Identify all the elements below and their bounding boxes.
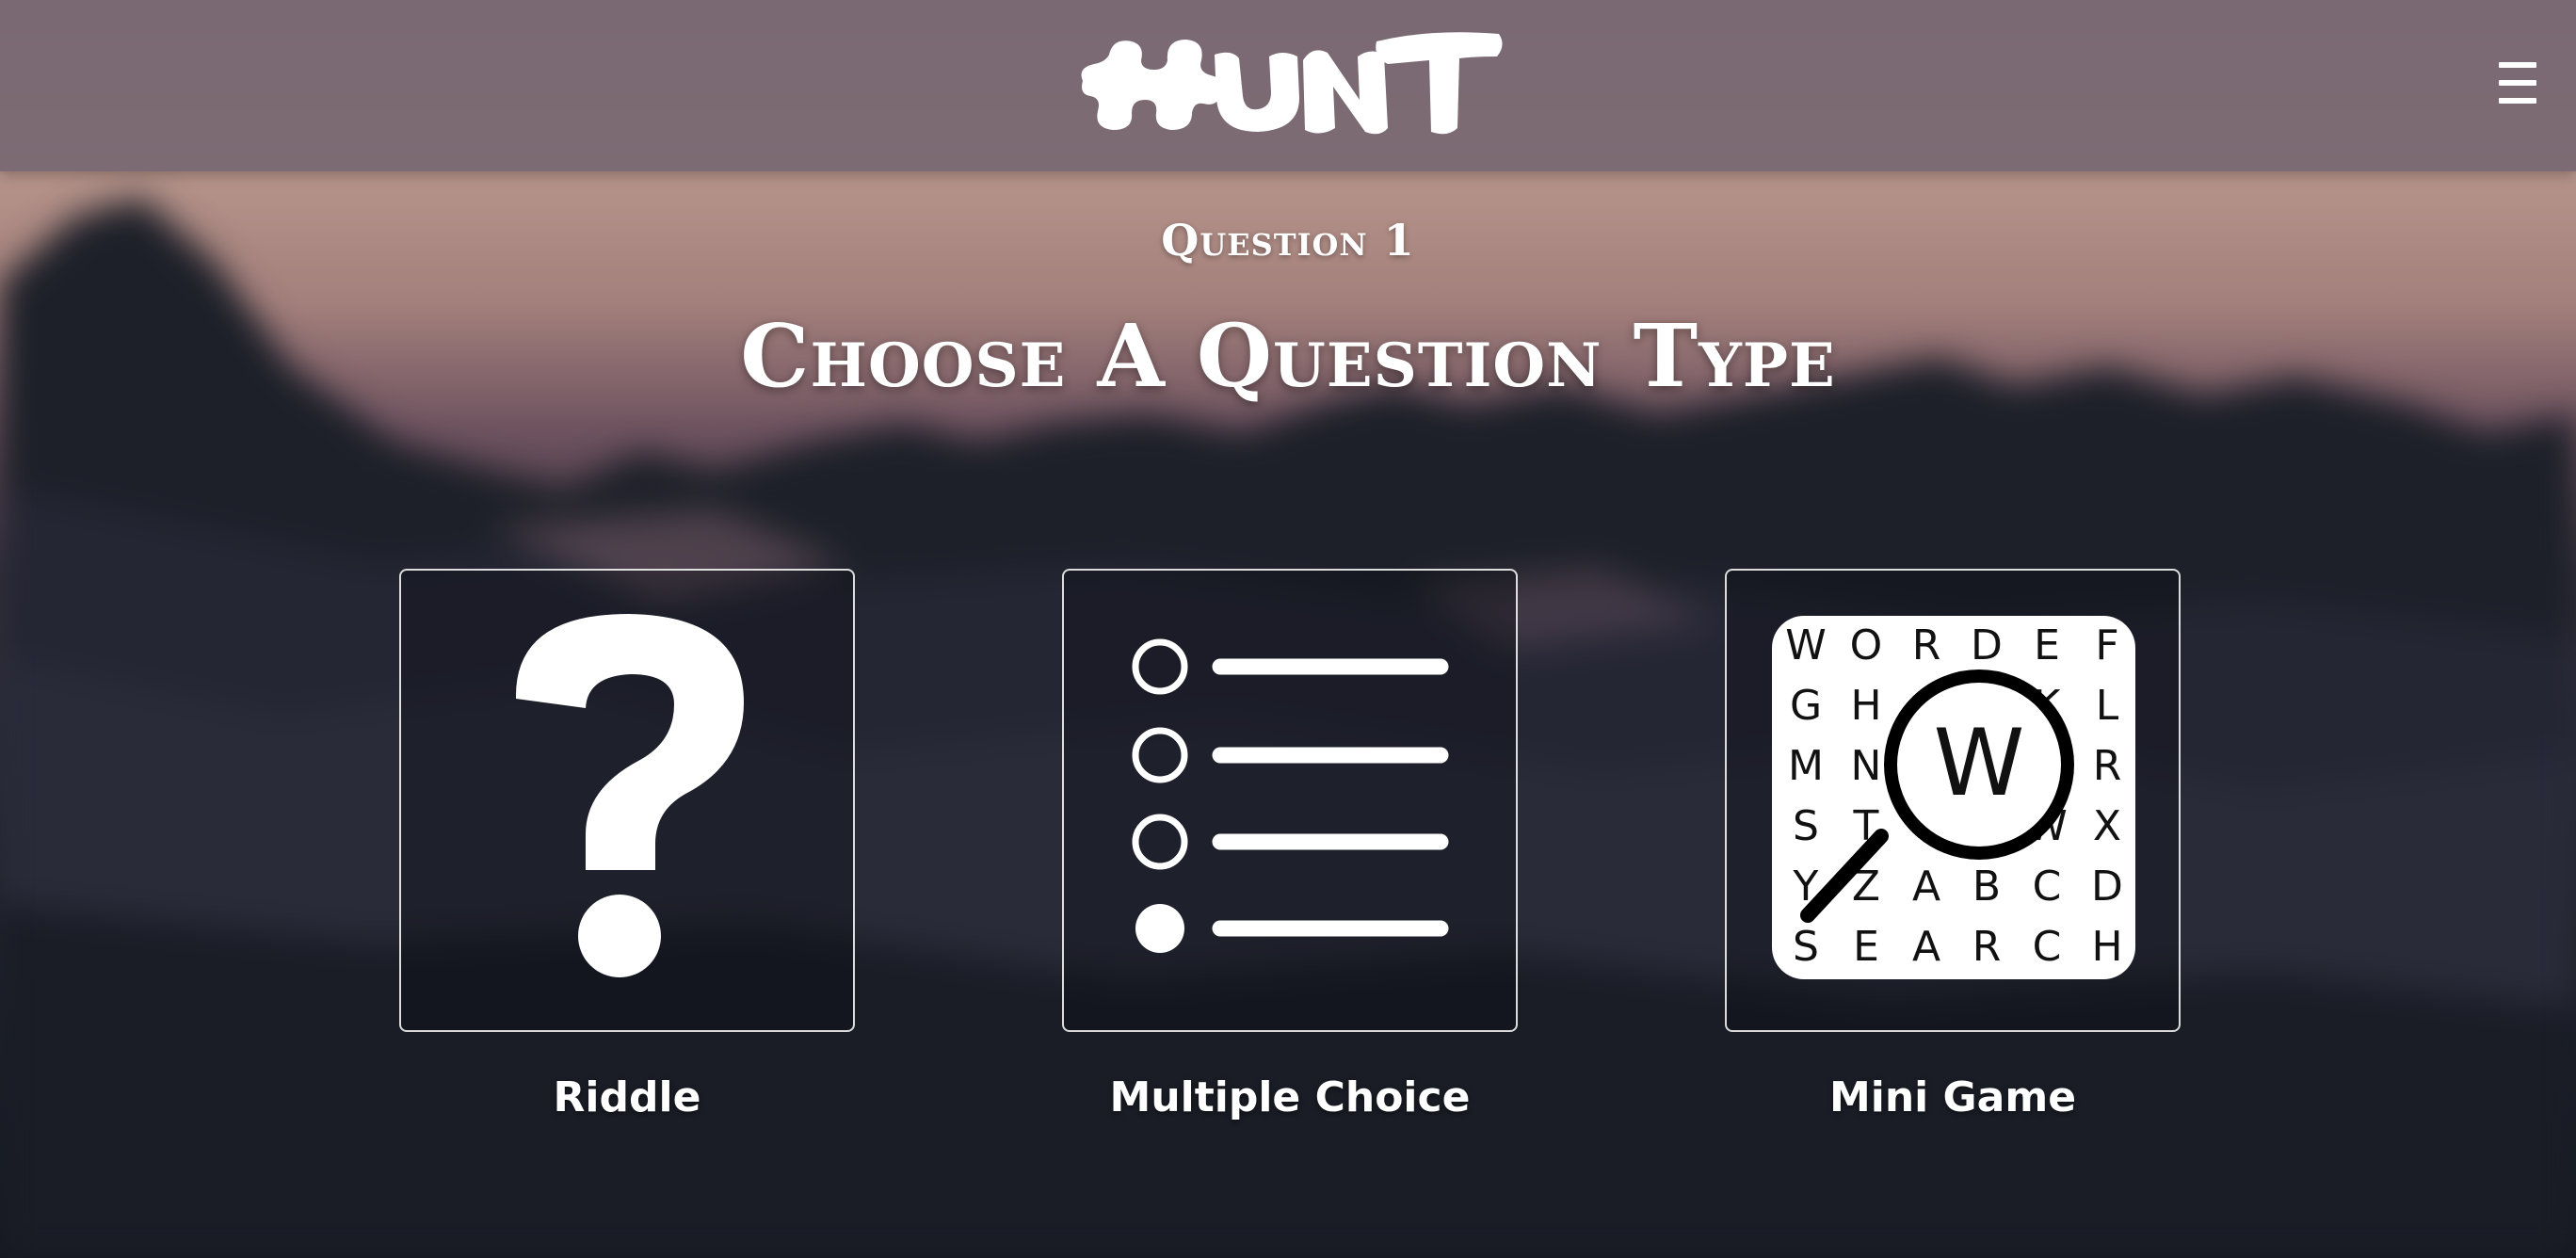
word-search-letter: C (2033, 923, 2062, 971)
question-mark-icon (515, 614, 744, 977)
word-search-letter: A (1912, 863, 1940, 911)
word-search-letter: E (2034, 621, 2060, 669)
word-search-letter: W (1785, 621, 1827, 669)
word-search-letter: O (1850, 621, 1883, 669)
word-search-letter: S (1793, 923, 1819, 971)
word-search-letter: G (1790, 682, 1822, 730)
riddle-option-card[interactable] (399, 569, 855, 1032)
word-search-letter: M (1788, 742, 1824, 790)
hunt-logo[interactable] (1073, 26, 1503, 137)
word-search-letter: R (1912, 621, 1941, 669)
word-search-letter: S (1793, 802, 1819, 850)
word-search-letter: R (1972, 923, 2002, 971)
mini-game-option-card[interactable]: WORDEFGHKLMNRSTWXYZABCDSEARCH W (1725, 569, 2181, 1032)
word-search-letter: E (1853, 923, 1879, 971)
word-search-letter: H (1850, 682, 1881, 730)
magnified-letter: W (1934, 710, 2025, 817)
hamburger-menu-icon[interactable] (2486, 56, 2550, 109)
word-search-letter: L (2096, 682, 2119, 730)
word-search-icon: WORDEFGHKLMNRSTWXYZABCDSEARCH W (1772, 616, 2135, 979)
word-search-letter: N (1851, 742, 1882, 790)
word-search-letter: C (2033, 863, 2062, 911)
mini-game-option-label[interactable]: Mini Game (1725, 1073, 2181, 1121)
question-number-heading: Question 1 (1161, 215, 1415, 266)
page-title: Choose A Question Type (740, 305, 1836, 407)
riddle-option-label[interactable]: Riddle (399, 1073, 855, 1121)
word-search-letter: R (2093, 742, 2122, 790)
multiple-choice-option-label[interactable]: Multiple Choice (1062, 1073, 1518, 1121)
word-search-letter: B (1972, 863, 2001, 911)
word-search-letter: H (2091, 923, 2122, 971)
word-search-letter: F (2095, 621, 2118, 669)
word-search-letter: A (1912, 923, 1940, 971)
word-search-letter: X (2093, 802, 2121, 850)
multiple-choice-option-card[interactable] (1062, 569, 1518, 1032)
multiple-choice-list-icon (1132, 638, 1449, 953)
top-header-bar (0, 0, 2576, 171)
word-search-letter: D (2091, 863, 2123, 911)
word-search-letter: D (1971, 621, 2003, 669)
